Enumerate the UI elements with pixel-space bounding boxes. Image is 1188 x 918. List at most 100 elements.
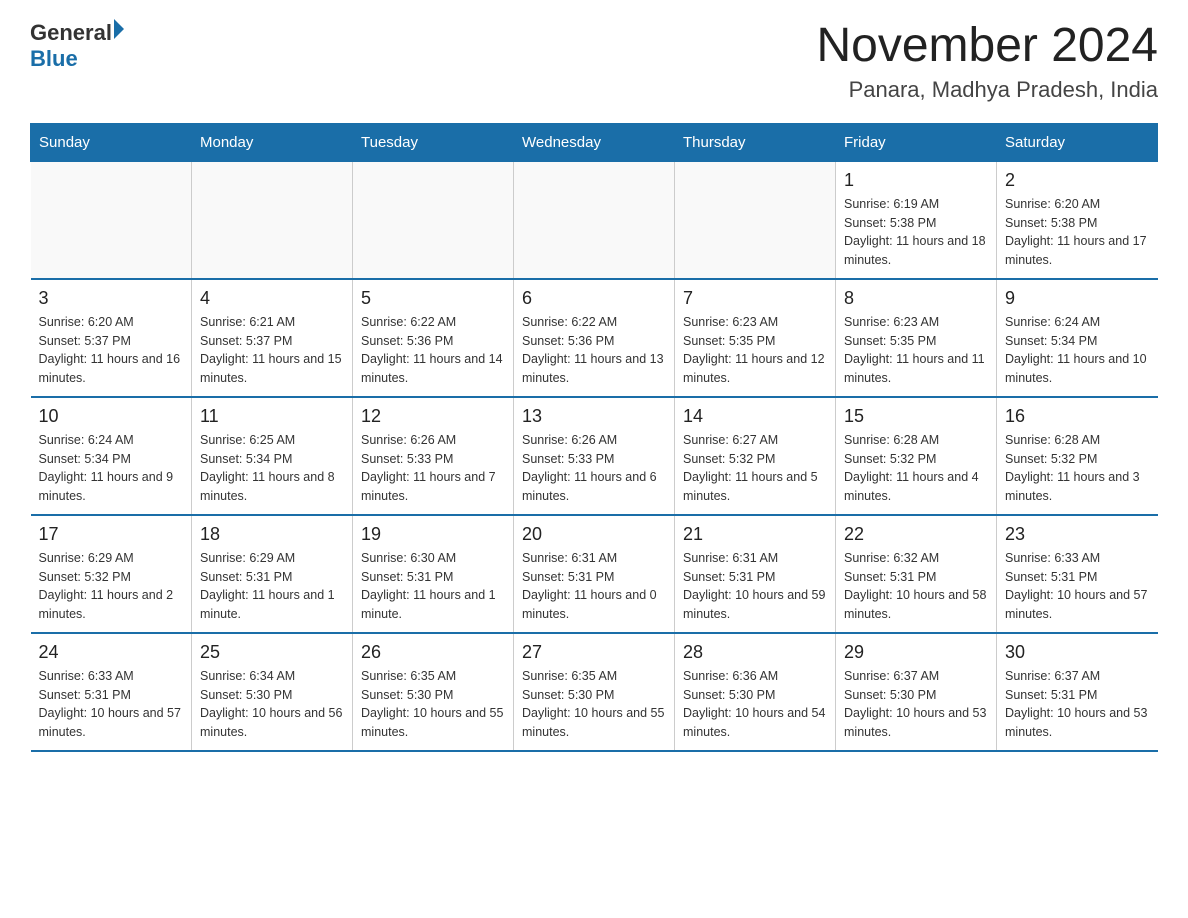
day-info: Sunrise: 6:26 AMSunset: 5:33 PMDaylight:… — [361, 431, 505, 506]
weekday-header-row: SundayMondayTuesdayWednesdayThursdayFrid… — [31, 123, 1158, 161]
logo-blue-text: Blue — [30, 46, 78, 72]
calendar-body: 1 Sunrise: 6:19 AMSunset: 5:38 PMDaylight… — [31, 161, 1158, 751]
table-row: 27 Sunrise: 6:35 AMSunset: 5:30 PMDayligh… — [514, 633, 675, 751]
logo-arrow-icon — [114, 19, 124, 39]
header: General Blue November 2024 Panara, Madhy… — [30, 20, 1158, 103]
day-number: 7 — [683, 288, 827, 309]
day-number: 10 — [39, 406, 184, 427]
day-number: 12 — [361, 406, 505, 427]
day-info: Sunrise: 6:25 AMSunset: 5:34 PMDaylight:… — [200, 431, 344, 506]
table-row: 11 Sunrise: 6:25 AMSunset: 5:34 PMDayligh… — [192, 397, 353, 515]
day-number: 23 — [1005, 524, 1150, 545]
weekday-header-sunday: Sunday — [31, 123, 192, 161]
day-number: 24 — [39, 642, 184, 663]
day-number: 20 — [522, 524, 666, 545]
day-info: Sunrise: 6:20 AMSunset: 5:37 PMDaylight:… — [39, 313, 184, 388]
day-info: Sunrise: 6:35 AMSunset: 5:30 PMDaylight:… — [522, 667, 666, 742]
week-row-2: 3 Sunrise: 6:20 AMSunset: 5:37 PMDaylight… — [31, 279, 1158, 397]
day-number: 13 — [522, 406, 666, 427]
weekday-header-monday: Monday — [192, 123, 353, 161]
table-row: 23 Sunrise: 6:33 AMSunset: 5:31 PMDayligh… — [997, 515, 1158, 633]
day-number: 15 — [844, 406, 988, 427]
table-row: 3 Sunrise: 6:20 AMSunset: 5:37 PMDaylight… — [31, 279, 192, 397]
logo-general-text: General — [30, 20, 112, 46]
weekday-header-thursday: Thursday — [675, 123, 836, 161]
day-info: Sunrise: 6:24 AMSunset: 5:34 PMDaylight:… — [39, 431, 184, 506]
day-number: 30 — [1005, 642, 1150, 663]
day-number: 25 — [200, 642, 344, 663]
table-row: 26 Sunrise: 6:35 AMSunset: 5:30 PMDayligh… — [353, 633, 514, 751]
table-row: 20 Sunrise: 6:31 AMSunset: 5:31 PMDayligh… — [514, 515, 675, 633]
table-row: 4 Sunrise: 6:21 AMSunset: 5:37 PMDaylight… — [192, 279, 353, 397]
day-info: Sunrise: 6:30 AMSunset: 5:31 PMDaylight:… — [361, 549, 505, 624]
day-info: Sunrise: 6:36 AMSunset: 5:30 PMDaylight:… — [683, 667, 827, 742]
table-row: 2 Sunrise: 6:20 AMSunset: 5:38 PMDaylight… — [997, 161, 1158, 279]
day-info: Sunrise: 6:26 AMSunset: 5:33 PMDaylight:… — [522, 431, 666, 506]
day-info: Sunrise: 6:24 AMSunset: 5:34 PMDaylight:… — [1005, 313, 1150, 388]
table-row: 1 Sunrise: 6:19 AMSunset: 5:38 PMDaylight… — [836, 161, 997, 279]
day-info: Sunrise: 6:31 AMSunset: 5:31 PMDaylight:… — [683, 549, 827, 624]
table-row — [31, 161, 192, 279]
logo: General Blue — [30, 20, 124, 72]
day-number: 16 — [1005, 406, 1150, 427]
table-row: 28Sunrise: 6:36 AMSunset: 5:30 PMDayligh… — [675, 633, 836, 751]
day-info: Sunrise: 6:23 AMSunset: 5:35 PMDaylight:… — [683, 313, 827, 388]
day-number: 5 — [361, 288, 505, 309]
table-row: 5 Sunrise: 6:22 AMSunset: 5:36 PMDaylight… — [353, 279, 514, 397]
table-row: 15 Sunrise: 6:28 AMSunset: 5:32 PMDayligh… — [836, 397, 997, 515]
day-number: 22 — [844, 524, 988, 545]
table-row: 12 Sunrise: 6:26 AMSunset: 5:33 PMDayligh… — [353, 397, 514, 515]
day-info: Sunrise: 6:21 AMSunset: 5:37 PMDaylight:… — [200, 313, 344, 388]
week-row-1: 1 Sunrise: 6:19 AMSunset: 5:38 PMDaylight… — [31, 161, 1158, 279]
day-number: 26 — [361, 642, 505, 663]
table-row: 19 Sunrise: 6:30 AMSunset: 5:31 PMDayligh… — [353, 515, 514, 633]
day-number: 8 — [844, 288, 988, 309]
day-number: 3 — [39, 288, 184, 309]
day-number: 2 — [1005, 170, 1150, 191]
week-row-5: 24Sunrise: 6:33 AMSunset: 5:31 PMDayligh… — [31, 633, 1158, 751]
day-info: Sunrise: 6:31 AMSunset: 5:31 PMDaylight:… — [522, 549, 666, 624]
table-row — [675, 161, 836, 279]
day-info: Sunrise: 6:28 AMSunset: 5:32 PMDaylight:… — [844, 431, 988, 506]
calendar-header: SundayMondayTuesdayWednesdayThursdayFrid… — [31, 123, 1158, 161]
table-row — [514, 161, 675, 279]
week-row-3: 10 Sunrise: 6:24 AMSunset: 5:34 PMDayligh… — [31, 397, 1158, 515]
day-number: 19 — [361, 524, 505, 545]
table-row — [192, 161, 353, 279]
table-row: 30 Sunrise: 6:37 AMSunset: 5:31 PMDayligh… — [997, 633, 1158, 751]
day-info: Sunrise: 6:34 AMSunset: 5:30 PMDaylight:… — [200, 667, 344, 742]
table-row: 21 Sunrise: 6:31 AMSunset: 5:31 PMDayligh… — [675, 515, 836, 633]
weekday-header-tuesday: Tuesday — [353, 123, 514, 161]
table-row: 25 Sunrise: 6:34 AMSunset: 5:30 PMDayligh… — [192, 633, 353, 751]
day-info: Sunrise: 6:37 AMSunset: 5:31 PMDaylight:… — [1005, 667, 1150, 742]
table-row: 14 Sunrise: 6:27 AMSunset: 5:32 PMDayligh… — [675, 397, 836, 515]
day-number: 11 — [200, 406, 344, 427]
day-number: 17 — [39, 524, 184, 545]
weekday-header-friday: Friday — [836, 123, 997, 161]
table-row: 18Sunrise: 6:29 AMSunset: 5:31 PMDayligh… — [192, 515, 353, 633]
table-row: 16 Sunrise: 6:28 AMSunset: 5:32 PMDayligh… — [997, 397, 1158, 515]
day-info: Sunrise: 6:22 AMSunset: 5:36 PMDaylight:… — [361, 313, 505, 388]
day-info: Sunrise: 6:29 AMSunset: 5:31 PMDaylight:… — [200, 549, 344, 624]
table-row: 29Sunrise: 6:37 AMSunset: 5:30 PMDayligh… — [836, 633, 997, 751]
table-row: 17Sunrise: 6:29 AMSunset: 5:32 PMDayligh… — [31, 515, 192, 633]
day-info: Sunrise: 6:37 AMSunset: 5:30 PMDaylight:… — [844, 667, 988, 742]
day-info: Sunrise: 6:19 AMSunset: 5:38 PMDaylight:… — [844, 195, 988, 270]
day-number: 1 — [844, 170, 988, 191]
day-info: Sunrise: 6:33 AMSunset: 5:31 PMDaylight:… — [1005, 549, 1150, 624]
day-info: Sunrise: 6:22 AMSunset: 5:36 PMDaylight:… — [522, 313, 666, 388]
day-info: Sunrise: 6:35 AMSunset: 5:30 PMDaylight:… — [361, 667, 505, 742]
table-row: 22Sunrise: 6:32 AMSunset: 5:31 PMDayligh… — [836, 515, 997, 633]
day-number: 14 — [683, 406, 827, 427]
day-info: Sunrise: 6:27 AMSunset: 5:32 PMDaylight:… — [683, 431, 827, 506]
day-number: 4 — [200, 288, 344, 309]
day-info: Sunrise: 6:28 AMSunset: 5:32 PMDaylight:… — [1005, 431, 1150, 506]
day-number: 9 — [1005, 288, 1150, 309]
weekday-header-saturday: Saturday — [997, 123, 1158, 161]
page-subtitle: Panara, Madhya Pradesh, India — [816, 77, 1158, 103]
day-number: 21 — [683, 524, 827, 545]
title-area: November 2024 Panara, Madhya Pradesh, In… — [816, 20, 1158, 103]
day-number: 27 — [522, 642, 666, 663]
calendar-table: SundayMondayTuesdayWednesdayThursdayFrid… — [30, 123, 1158, 752]
day-info: Sunrise: 6:20 AMSunset: 5:38 PMDaylight:… — [1005, 195, 1150, 270]
